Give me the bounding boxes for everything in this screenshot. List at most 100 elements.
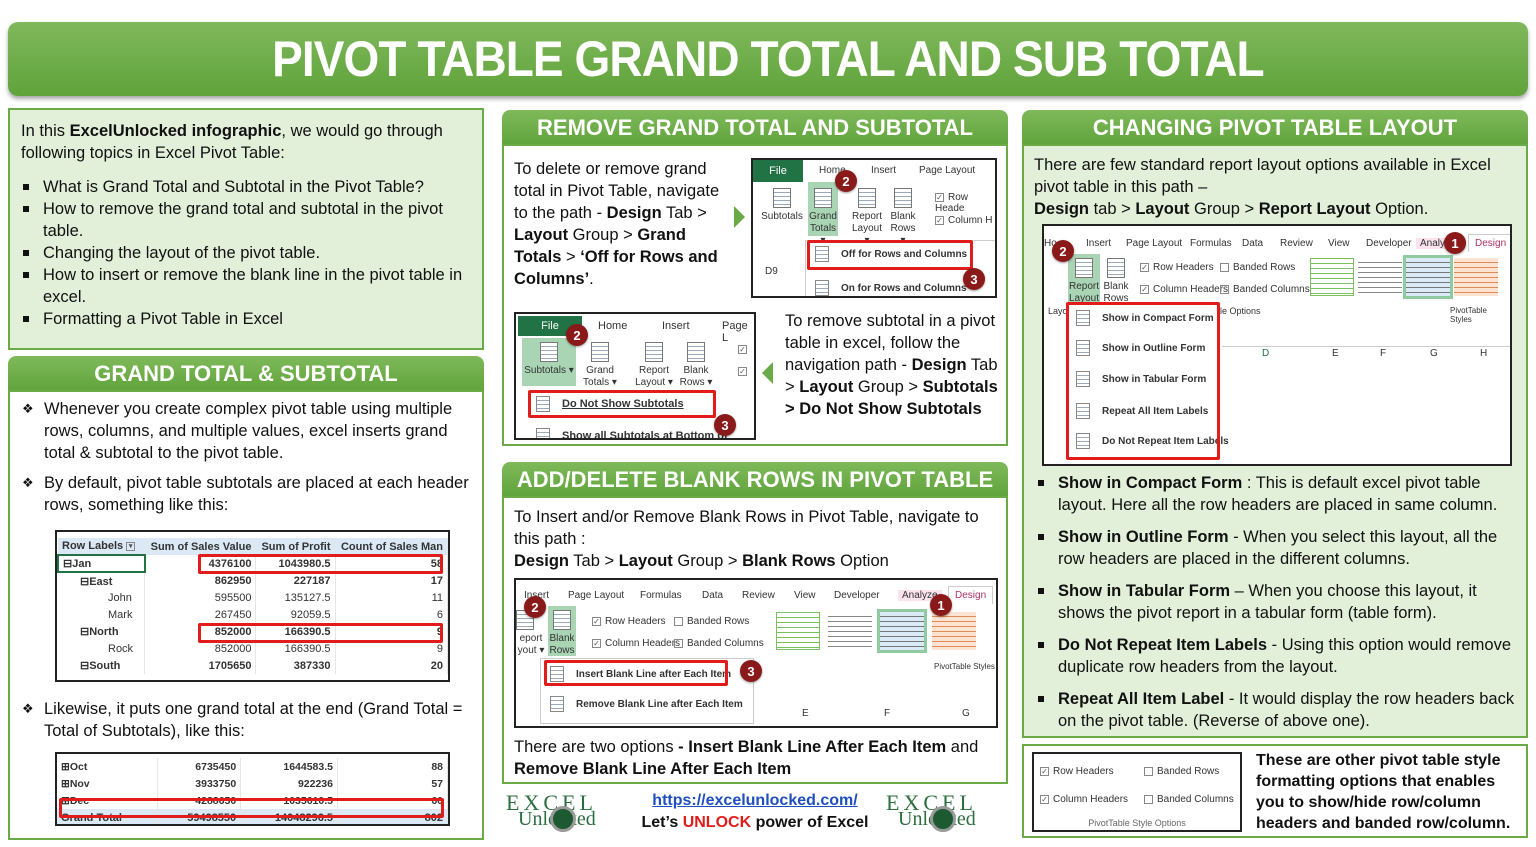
step-badge: 2: [566, 324, 588, 346]
column-header-f: F: [1380, 348, 1387, 359]
pivot-style-thumbnail[interactable]: [877, 609, 927, 653]
step-badge: 2: [1052, 240, 1074, 262]
tab-review[interactable]: Review: [1280, 238, 1313, 249]
blank-rows-ribbon-screenshot: Insert Page Layout Formulas Data Review …: [514, 578, 998, 728]
step-badge: 1: [930, 594, 952, 616]
table-row: ⊟East 862950 227187 17: [58, 572, 448, 589]
blank-rows-heading: ADD/DELETE BLANK ROWS IN PIVOT TABLE: [502, 462, 1008, 498]
tab-design[interactable]: Design: [1468, 234, 1510, 252]
tab-home[interactable]: Home: [598, 320, 627, 332]
tab-data[interactable]: Data: [702, 590, 723, 601]
banded-rows-checkbox[interactable]: Banded Rows: [1220, 262, 1295, 273]
pivot-style-thumbnail[interactable]: [932, 612, 976, 650]
banded-columns-checkbox[interactable]: Banded Columns: [1220, 284, 1310, 295]
cell: 57: [337, 775, 448, 792]
column-header-d: D: [1262, 348, 1270, 359]
cell: 3933750: [157, 775, 242, 792]
checkbox[interactable]: ✓: [738, 366, 751, 377]
row-label-cell: ⊞Oct: [57, 758, 158, 775]
blank-rows-button[interactable]: Blank Rows ▾: [678, 342, 714, 389]
expand-icon: ⊞: [61, 777, 70, 790]
row-label-cell: John: [58, 589, 146, 606]
intro-text: In this ExcelUnlocked infographic, we wo…: [21, 122, 443, 162]
menu-show-subtotals-at-bottom[interactable]: Show all Subtotals at Bottom of: [536, 428, 728, 438]
table-row: ⊞Oct 6735450 1644583.5 88: [57, 758, 448, 775]
grand-totals-button[interactable]: Grand Totals ▾: [582, 342, 618, 389]
topics-list: What is Grand Total and Subtotal in the …: [21, 176, 476, 330]
menu-remove-blank-line[interactable]: Remove Blank Line after Each Item: [550, 696, 743, 712]
banded-columns-checkbox[interactable]: Banded Columns: [674, 638, 764, 649]
website-link[interactable]: https://excelunlocked.com/: [652, 792, 857, 809]
banded-rows-checkbox[interactable]: Banded Rows: [1144, 766, 1219, 777]
pivot-style-thumbnail[interactable]: [776, 612, 820, 650]
tab-insert[interactable]: Insert: [662, 320, 690, 332]
report-layout-button[interactable]: Report Layout ▾: [634, 342, 674, 389]
layout-options-list: Show in Compact Form : This is default e…: [1036, 472, 1520, 732]
tab-insert[interactable]: Insert: [871, 165, 896, 176]
file-tab[interactable]: File: [753, 160, 803, 182]
row-label-cell: ⊟North: [58, 623, 146, 640]
column-headers-checkbox[interactable]: ✓ Column H: [935, 215, 992, 226]
tab-developer[interactable]: Developer: [1366, 238, 1412, 249]
column-headers-checkbox[interactable]: ✓ Column Headers: [592, 638, 680, 649]
grand-totals-button[interactable]: Grand Totals ▾: [808, 188, 838, 247]
intro-panel: In this ExcelUnlocked infographic, we wo…: [8, 108, 484, 350]
cell: 862950: [144, 572, 257, 589]
menu-on-for-rows-and-columns[interactable]: On for Rows and Columns: [815, 280, 967, 296]
tab-design[interactable]: Design: [948, 586, 994, 604]
row-headers-checkbox[interactable]: ✓ Row Heade: [935, 192, 995, 214]
subtotals-button[interactable]: Subtotals: [758, 188, 806, 223]
cell: 1644583.5: [240, 758, 338, 775]
pivot-style-thumbnail[interactable]: [1310, 258, 1354, 296]
tab-view[interactable]: View: [1328, 238, 1350, 249]
tab-page-layout[interactable]: Page Layout: [919, 165, 975, 176]
pivot-style-thumbnail[interactable]: [1454, 258, 1498, 296]
style-options-group-label: le Options: [1220, 306, 1261, 316]
cell: 17: [335, 572, 448, 589]
remove-subtotal-text: To remove subtotal in a pivot table in e…: [785, 312, 998, 418]
blank-rows-panel: To Insert and/or Remove Blank Rows in Pi…: [502, 496, 1008, 784]
tab-page-layout[interactable]: Page Layout: [568, 590, 624, 601]
column-header: Row Labels ▾: [58, 538, 146, 555]
blank-rows-button[interactable]: Blank Rows ▾: [887, 188, 919, 247]
column-headers-checkbox[interactable]: ✓ Column Headers: [1040, 794, 1128, 805]
tab-developer[interactable]: Developer: [834, 590, 880, 601]
blank-rows-intro: To Insert and/or Remove Blank Rows in Pi…: [514, 508, 979, 570]
step-badge: 1: [1444, 232, 1466, 254]
cell: 20: [335, 657, 448, 674]
column-headers-checkbox[interactable]: ✓ Column Headers: [1140, 284, 1228, 295]
banded-rows-checkbox[interactable]: Banded Rows: [674, 616, 749, 627]
banded-columns-checkbox[interactable]: Banded Columns: [1144, 794, 1234, 805]
subtotals-button[interactable]: Subtotals ▾: [522, 342, 576, 377]
collapse-icon: ⊟: [80, 626, 90, 638]
pivot-style-thumbnail[interactable]: [828, 612, 872, 650]
lock-icon: [930, 806, 956, 832]
row-headers-checkbox[interactable]: ✓ Row Headers: [592, 616, 666, 627]
grand-totals-ribbon-screenshot: File Home Insert Page Layout Subtotals G…: [751, 158, 997, 298]
grand-total-pivot-screenshot: ⊞Oct 6735450 1644583.5 88 ⊞Nov 3933750 9…: [55, 752, 450, 826]
layout-group-label: Layo: [1048, 306, 1068, 316]
cell: 1705650: [144, 657, 257, 674]
tab-view[interactable]: View: [794, 590, 816, 601]
table-row: ⊟South 1705650 387330 20: [58, 657, 448, 674]
tab-data[interactable]: Data: [1242, 238, 1263, 249]
tab-formulas[interactable]: Formulas: [1190, 238, 1232, 249]
table-row: John 595500 135127.5 11: [58, 589, 448, 606]
checkbox[interactable]: ✓: [738, 344, 751, 355]
blank-rows-footer: There are two options - Insert Blank Lin…: [514, 738, 979, 778]
excel-unlocked-logo: EXCEL Unlocked: [886, 790, 977, 832]
tab-review[interactable]: Review: [742, 590, 775, 601]
row-headers-checkbox[interactable]: ✓ Row Headers: [1140, 262, 1214, 273]
tab-page-layout[interactable]: Page L: [722, 320, 754, 344]
report-layout-button[interactable]: Report Layout ▾: [849, 188, 885, 247]
pivot-style-thumbnail[interactable]: [1358, 258, 1402, 296]
name-box[interactable]: D9: [765, 266, 778, 277]
column-header-g: G: [962, 708, 970, 719]
tab-insert[interactable]: Insert: [1086, 238, 1111, 249]
pivot-style-thumbnail[interactable]: [1403, 255, 1453, 299]
tab-page-layout[interactable]: Page Layout: [1126, 238, 1182, 249]
tab-formulas[interactable]: Formulas: [640, 590, 682, 601]
step-badge: 2: [524, 596, 546, 618]
cell: 11: [335, 589, 448, 606]
row-headers-checkbox[interactable]: ✓ Row Headers: [1040, 766, 1114, 777]
